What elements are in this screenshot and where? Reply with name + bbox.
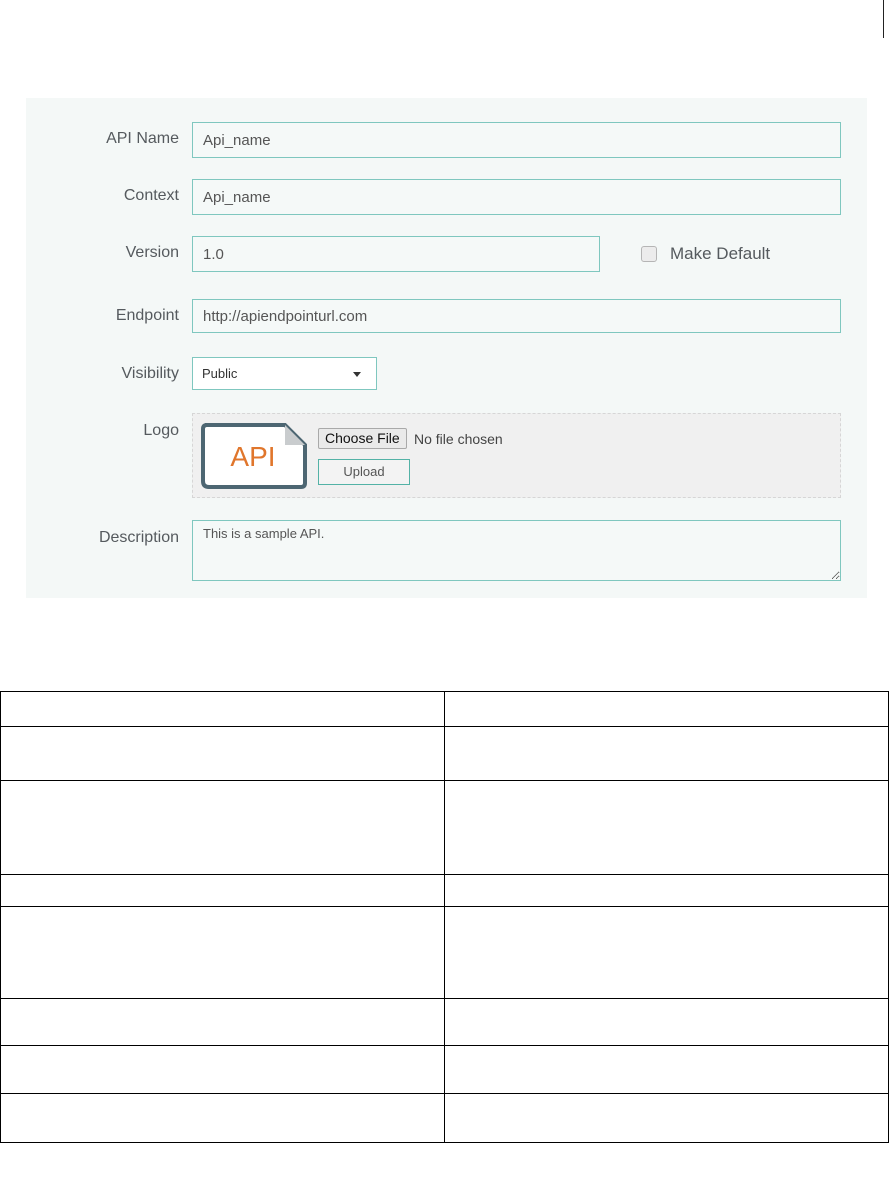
table-cell	[444, 726, 889, 781]
table-cell	[444, 874, 889, 907]
make-default-label: Make Default	[670, 244, 771, 263]
no-file-chosen-text: No file chosen	[414, 431, 503, 447]
choose-file-button[interactable]: Choose File	[318, 428, 407, 449]
table-row	[0, 780, 889, 875]
table-row	[0, 691, 889, 727]
description-label: Description	[98, 529, 179, 546]
logo-upload-area: API Choose File No file chosen Upload	[192, 413, 841, 498]
table-cell	[0, 1093, 445, 1143]
api-logo-text: API	[230, 441, 276, 472]
api-name-label: API Name	[106, 130, 179, 147]
table-row	[0, 874, 889, 907]
table-row	[0, 1093, 889, 1143]
api-name-input[interactable]	[192, 122, 841, 158]
page-edge-line	[883, 0, 884, 38]
logo-label: Logo	[143, 422, 179, 439]
table-cell	[0, 780, 445, 875]
table-row	[0, 1045, 889, 1094]
version-label: Version	[125, 244, 179, 261]
description-textarea[interactable]: This is a sample API.	[192, 520, 841, 581]
api-logo-image: API	[201, 423, 307, 489]
table-cell	[444, 998, 889, 1046]
table-cell	[0, 874, 445, 907]
table-cell	[444, 906, 889, 999]
visibility-label: Visibility	[121, 365, 180, 382]
table-cell	[444, 691, 889, 727]
upload-button[interactable]: Upload	[318, 459, 410, 485]
table-cell	[0, 691, 445, 727]
endpoint-input[interactable]	[192, 299, 841, 333]
table-row	[0, 726, 889, 781]
version-input[interactable]	[192, 236, 600, 272]
table-cell	[444, 780, 889, 875]
table-cell	[0, 906, 445, 999]
table-cell	[0, 998, 445, 1046]
table-row	[0, 998, 889, 1046]
context-label: Context	[123, 187, 179, 204]
table-cell	[0, 726, 445, 781]
endpoint-label: Endpoint	[115, 307, 179, 324]
table-cell	[444, 1045, 889, 1094]
table-cell	[444, 1093, 889, 1143]
visibility-selected-value: Public	[202, 366, 238, 381]
table-row	[0, 906, 889, 999]
table-cell	[0, 1045, 445, 1094]
make-default-checkbox[interactable]	[641, 246, 657, 262]
caret-down-icon	[353, 372, 361, 377]
visibility-select[interactable]: Public	[192, 357, 377, 390]
empty-table	[0, 691, 889, 1143]
context-input[interactable]	[192, 179, 841, 215]
